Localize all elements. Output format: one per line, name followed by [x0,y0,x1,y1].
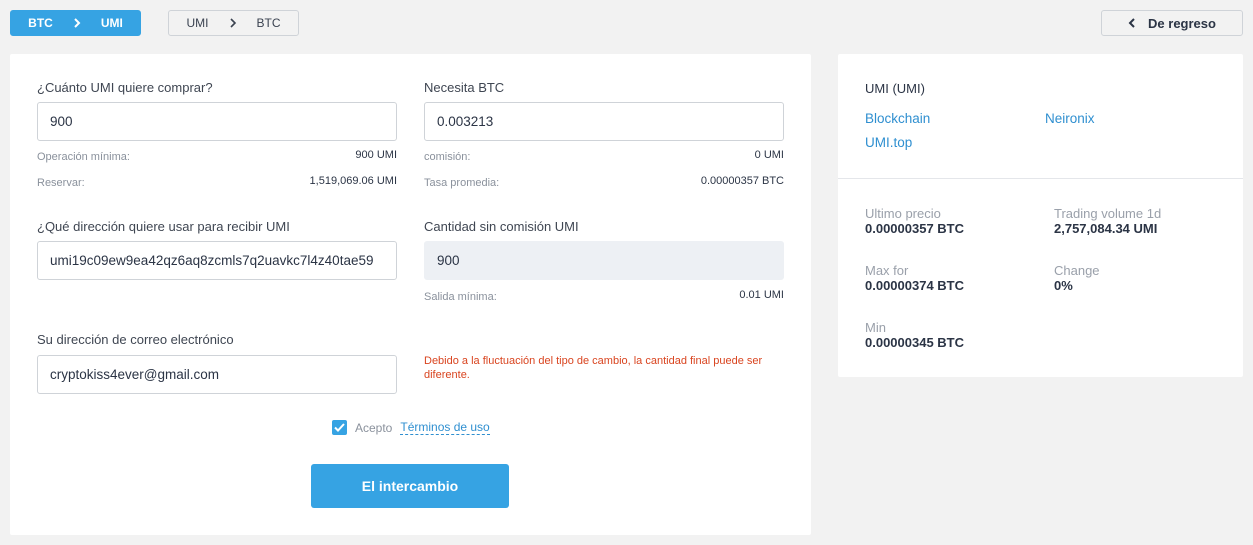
email-input[interactable]: cryptokiss4ever@gmail.com [37,355,397,394]
neironix-link[interactable]: Neironix [1045,111,1095,126]
reserve-label: Reservar: [37,177,85,189]
max-value: 0.00000374 BTC [865,278,965,293]
tab-to-label: BTC [256,16,281,30]
divider [838,178,1243,179]
back-button-label: De regreso [1148,15,1216,31]
tab-from-label: UMI [186,16,209,30]
tab-from-label: BTC [28,16,53,30]
terms-prefix: Acepto [355,420,393,435]
chevron-left-icon [1128,16,1136,31]
umi-top-link[interactable]: UMI.top [865,135,912,150]
min-value: 0.00000345 BTC [865,335,965,350]
email-label: Su dirección de correo electrónico [37,332,234,347]
last-price-label: Ultimo precio [865,206,941,221]
net-amount-label: Cantidad sin comisión UMI [424,219,579,234]
net-amount-field: 900 [424,241,784,280]
tab-to-label: UMI [100,16,123,30]
last-price-value: 0.00000357 BTC [865,221,965,236]
chevron-right-icon [229,17,237,30]
fee-value: 0 UMI [754,149,784,161]
need-btc-input[interactable]: 0.003213 [424,102,784,141]
volume-label: Trading volume 1d [1054,206,1162,221]
back-button[interactable]: De regreso [1101,10,1243,36]
min-output-label: Salida mínima: [424,291,497,303]
avg-rate-value: 0.00000357 BTC [700,175,784,187]
checkmark-icon [334,423,345,432]
terms-checkbox[interactable] [332,420,347,435]
min-label: Min [865,320,886,335]
fee-label: comisión: [424,151,471,163]
exchange-form-panel: ¿Cuánto UMI quiere comprar? 900 Operació… [10,54,811,535]
max-label: Max for [865,263,909,278]
coin-title: UMI (UMI) [865,81,925,96]
terms-of-use-link[interactable]: Términos de uso [400,420,490,435]
avg-rate-label: Tasa promedia: [424,177,500,189]
rate-fluctuation-warning: Debido a la fluctuación del tipo de camb… [424,355,763,381]
terms-row: Acepto Términos de uso [332,420,490,435]
change-label: Change [1054,263,1100,278]
buy-amount-label: ¿Cuánto UMI quiere comprar? [37,80,213,95]
chevron-right-icon [73,17,81,30]
receive-address-input[interactable]: umi19c09ew9ea42qz6aq8zcmls7q2uavkc7l4z40… [37,241,397,280]
min-operation-value: 900 UMI [355,149,397,161]
volume-value: 2,757,084.34 UMI [1054,221,1158,236]
min-output-value: 0.01 UMI [739,289,784,301]
tab-btc-to-umi[interactable]: BTC UMI [10,10,141,36]
exchange-button[interactable]: El intercambio [311,464,509,508]
receive-address-label: ¿Qué dirección quiere usar para recibir … [37,219,290,234]
blockchain-link[interactable]: Blockchain [865,111,930,126]
min-operation-label: Operación mínima: [37,151,130,163]
need-btc-label: Necesita BTC [424,80,505,95]
coin-info-panel: UMI (UMI) Blockchain Neironix UMI.top Ul… [838,54,1243,377]
change-value: 0% [1054,278,1073,293]
buy-amount-input[interactable]: 900 [37,102,397,141]
tab-umi-to-btc[interactable]: UMI BTC [168,10,299,36]
reserve-value: 1,519,069.06 UMI [309,175,397,187]
